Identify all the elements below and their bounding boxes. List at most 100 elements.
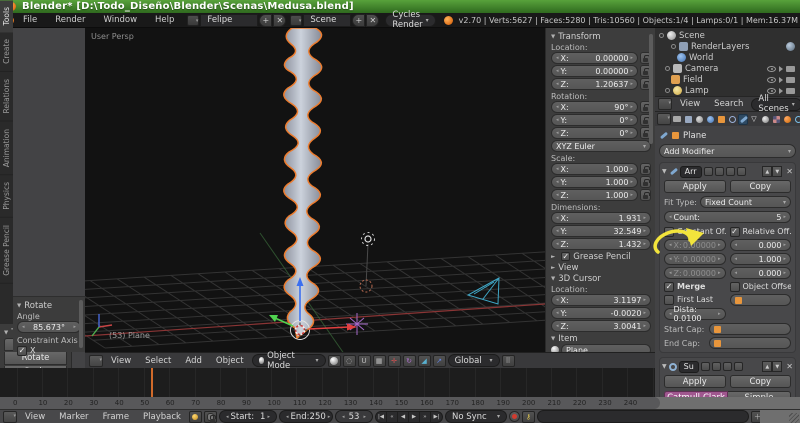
dimensions-y-field[interactable]: Y:32.549 <box>551 225 651 237</box>
expand-icon[interactable] <box>671 44 676 49</box>
tab-world-icon[interactable] <box>705 114 715 125</box>
timeline-menu-frame[interactable]: Frame <box>97 412 135 422</box>
jump-to-end-button[interactable]: ▶| <box>431 412 442 422</box>
next-keyframe-button[interactable]: » <box>420 411 431 422</box>
active-keying-set-field[interactable] <box>536 410 749 423</box>
lock-icon[interactable] <box>640 163 651 175</box>
timeline-playhead[interactable] <box>151 368 153 397</box>
outliner-menu-view[interactable]: View <box>674 99 706 109</box>
first-last-checkbox[interactable] <box>664 294 674 305</box>
editmode-toggle[interactable] <box>725 167 735 176</box>
move-down-button[interactable]: ▼ <box>772 166 783 177</box>
constant-x-field[interactable]: X:0.00000 <box>664 239 726 251</box>
frame-start-field[interactable]: Start:1 <box>218 410 277 423</box>
manipulator-rotate-toggle[interactable]: ↻ <box>402 354 416 367</box>
menu-help[interactable]: Help <box>146 13 183 28</box>
screen-layout-name[interactable]: Felipe <box>200 13 259 27</box>
jump-to-start-button[interactable]: |◀ <box>376 411 387 422</box>
viewport-shading-select[interactable] <box>327 354 341 367</box>
outliner-menu-search[interactable]: Search <box>708 99 749 109</box>
delete-modifier-button[interactable]: ✕ <box>786 362 793 371</box>
editor-type-outliner-icon[interactable] <box>658 98 672 110</box>
fit-type-select[interactable]: Fixed Count <box>700 196 791 208</box>
sync-mode-select[interactable]: No Sync <box>444 410 507 423</box>
timeline-ruler[interactable]: 0 10 20 30 40 50 60 70 80 90 100 110 120 130 140 150 160… <box>0 397 800 409</box>
tab-material-icon[interactable] <box>760 114 770 125</box>
end-cap-field[interactable] <box>709 337 791 349</box>
location-y-field[interactable]: Y:0.00000 <box>551 65 638 77</box>
dimensions-z-field[interactable]: Z:1.432 <box>551 238 651 250</box>
editmode-toggle[interactable] <box>722 362 732 371</box>
npanel-transform-header[interactable]: Transform <box>551 31 651 42</box>
angle-slider[interactable]: 85.673° <box>17 321 81 333</box>
renderability-toggle[interactable] <box>786 87 795 94</box>
lock-icon[interactable] <box>640 176 651 188</box>
tab-object-icon[interactable] <box>716 114 726 125</box>
move-up-button[interactable]: ▲ <box>762 361 773 372</box>
collapse-icon[interactable]: ▼ <box>662 363 667 370</box>
copy-button[interactable]: Copy <box>729 375 791 388</box>
start-cap-field[interactable] <box>709 323 791 335</box>
keying-set-icon[interactable]: ⚷ <box>521 410 535 423</box>
offset-object-field[interactable] <box>729 294 791 306</box>
location-z-field[interactable]: Z:1.20637 <box>551 78 638 90</box>
copy-button[interactable]: Copy <box>729 180 791 193</box>
snap-magnet-toggle[interactable]: U <box>357 354 371 367</box>
npanel-scrollbar[interactable] <box>649 34 653 144</box>
outliner-row-camera[interactable]: Camera <box>659 63 798 74</box>
apply-button[interactable]: Apply <box>664 375 726 388</box>
object-name-field[interactable]: Plane <box>561 344 651 352</box>
scene-selector-icon[interactable] <box>290 14 303 26</box>
relative-x-field[interactable]: 0.000 <box>729 239 791 251</box>
outliner-display-select[interactable]: All Scenes <box>751 94 800 114</box>
collapse-icon[interactable]: ▼ <box>662 168 667 175</box>
modifier-name-field[interactable]: Arr <box>679 165 702 178</box>
tab-constraints-icon[interactable] <box>727 114 737 125</box>
render-visibility-toggle[interactable] <box>700 362 710 371</box>
constant-z-field[interactable]: Z:0.00000 <box>664 267 726 279</box>
auto-keyframe-record-button[interactable] <box>508 411 520 422</box>
scale-z-field[interactable]: Z:1.000 <box>551 189 638 201</box>
breadcrumb-object-name[interactable]: Plane <box>683 131 706 141</box>
editor-type-3dview-icon[interactable] <box>89 354 103 367</box>
editor-type-properties-icon[interactable] <box>657 113 671 125</box>
frame-end-field[interactable]: End:250 <box>278 410 333 423</box>
cursor-x-field[interactable]: X:3.1197 <box>551 294 651 306</box>
relative-y-field[interactable]: 1.000 <box>729 253 791 265</box>
lock-icon[interactable] <box>640 189 651 201</box>
timeline-menu-playback[interactable]: Playback <box>137 412 187 422</box>
relative-z-field[interactable]: 0.000 <box>729 267 791 279</box>
move-down-button[interactable]: ▼ <box>772 361 783 372</box>
close-screen-button[interactable]: ✕ <box>273 13 287 27</box>
visibility-toggle[interactable] <box>767 87 776 94</box>
location-x-field[interactable]: X:0.00000 <box>551 52 638 64</box>
viewport-menu-object[interactable]: Object <box>210 356 250 366</box>
merge-distance-slider[interactable]: Dista: 0.0100 <box>664 305 726 323</box>
timeline-menu-view[interactable]: View <box>19 412 51 422</box>
pivot-point-select[interactable]: ◌ <box>342 354 356 367</box>
viewport-3d[interactable]: User Persp (53) Plane <box>85 28 545 352</box>
outliner-row-renderlayers[interactable]: RenderLayers <box>659 41 798 52</box>
apply-button[interactable]: Apply <box>664 180 726 193</box>
view-panel[interactable]: View <box>551 262 651 273</box>
snap-element-select[interactable]: ▦ <box>372 354 386 367</box>
tab-render-layers-icon[interactable] <box>683 114 693 125</box>
tab-object-data-icon[interactable]: ▽ <box>749 114 759 125</box>
manipulator-scale-toggle[interactable]: ◢ <box>417 354 431 367</box>
tab-relations[interactable]: Relations <box>0 72 13 122</box>
expand-icon[interactable] <box>665 66 670 71</box>
close-scene-button[interactable]: ✕ <box>366 13 380 27</box>
add-screen-button[interactable]: + <box>259 13 273 27</box>
selectability-toggle[interactable] <box>779 65 783 72</box>
merge-checkbox[interactable] <box>664 281 674 292</box>
current-frame-field[interactable]: 53 <box>334 410 373 423</box>
menu-render[interactable]: Render <box>46 13 94 28</box>
render-visibility-toggle[interactable] <box>703 167 713 176</box>
count-slider[interactable]: Count:5 <box>664 211 791 223</box>
play-reverse-button[interactable]: ◀ <box>398 411 409 422</box>
timeline-canvas[interactable] <box>0 368 655 397</box>
delete-modifier-button[interactable]: ✕ <box>786 167 793 176</box>
cursor-z-field[interactable]: Z:3.0041 <box>551 320 651 332</box>
outliner-row-scene[interactable]: Scene <box>659 30 798 41</box>
item-panel-header[interactable]: Item <box>551 333 651 344</box>
